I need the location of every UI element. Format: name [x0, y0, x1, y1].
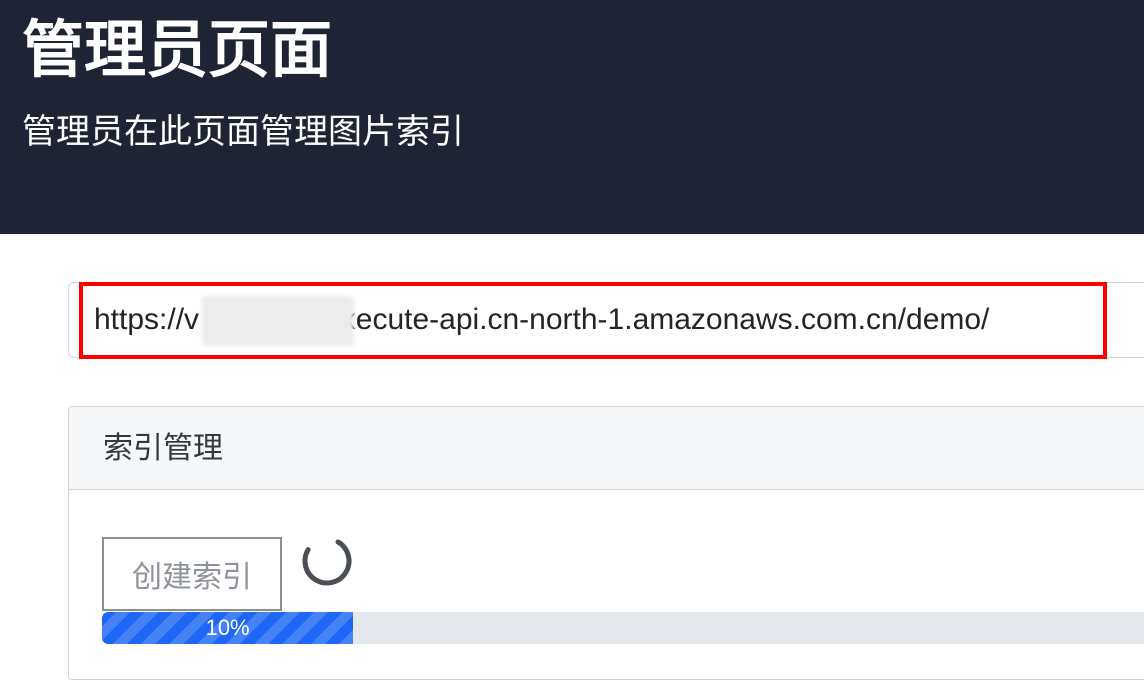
create-index-button[interactable]: 创建索引: [102, 537, 282, 611]
card-title: 索引管理: [103, 431, 223, 466]
page-title: 管理员页面: [22, 13, 333, 86]
loading-spinner-icon: [300, 534, 354, 588]
redacted-url-blur: [202, 296, 354, 346]
progress-label: 10%: [205, 615, 250, 640]
index-progress-bar: 10%: [102, 612, 1144, 644]
page-header: 管理员页面 管理员在此页面管理图片索引: [0, 0, 1144, 234]
page-subtitle: 管理员在此页面管理图片索引: [22, 112, 464, 152]
card-header: 索引管理: [69, 407, 1144, 490]
